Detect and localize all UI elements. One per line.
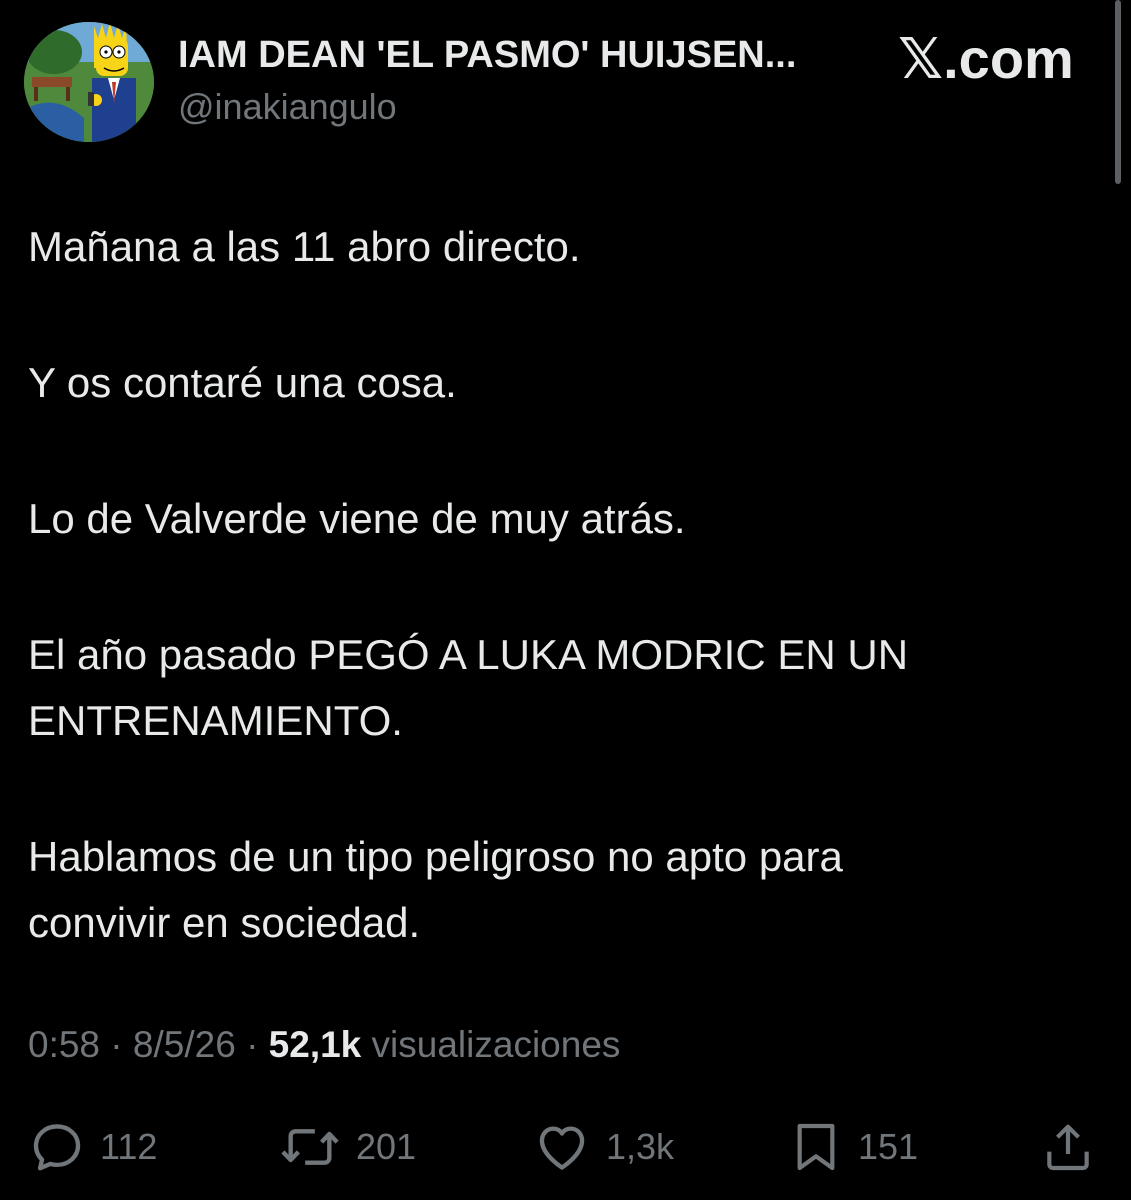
like-count: 1,3k [606,1126,675,1167]
tweet-text: Mañana a las 11 abro directo. Y os conta… [28,214,1088,1026]
reply-count: 112 [100,1126,158,1167]
author-display-name[interactable]: IAM DEAN 'EL PASMO' HUIJSEN... [178,34,796,77]
tweet-date[interactable]: 8/5/26 [133,1024,236,1065]
site-domain: .com [943,27,1074,90]
share-icon [1047,1124,1089,1171]
heart-icon [539,1126,585,1170]
views-label: visualizaciones [371,1024,621,1065]
author-handle[interactable]: @inakiangulo [178,86,397,128]
repost-icon [281,1129,339,1165]
action-bar: 112 201 1,3k 151 [0,1112,1131,1182]
reply-button[interactable]: 112 [28,1112,157,1182]
bookmark-count: 151 [858,1126,919,1167]
share-button[interactable] [1040,1112,1096,1182]
bookmark-icon [797,1123,835,1171]
tweet-paragraph: Lo de Valverde viene de muy atrás. [28,495,686,542]
meta-separator: · [110,1024,123,1065]
tweet-paragraph: El año pasado PEGÓ A LUKA MODRIC EN UN E… [28,631,909,744]
tweet-paragraph: Hablamos de un tipo peligroso no apto pa… [28,833,843,946]
tweet-paragraph: Y os contaré una cosa. [28,359,457,406]
like-button[interactable]: 1,3k [532,1112,674,1182]
repost-button[interactable]: 201 [278,1112,416,1182]
tweet-paragraph: Mañana a las 11 abro directo. [28,223,581,270]
scrollbar[interactable] [1115,0,1121,184]
tweet-time[interactable]: 0:58 [28,1024,100,1065]
x-logo-icon: 𝕏 [898,27,944,92]
tweet-meta: 0:58 · 8/5/26 · 52,1k visualizaciones [28,1024,620,1066]
tweet-header: IAM DEAN 'EL PASMO' HUIJSEN... @inakiang… [0,0,1131,184]
reply-icon [33,1124,81,1171]
avatar[interactable] [24,22,154,142]
repost-count: 201 [356,1126,417,1167]
views-count: 52,1k [268,1024,362,1065]
meta-separator: · [246,1024,259,1065]
x-com-watermark: 𝕏.com [898,26,1074,92]
bookmark-button[interactable]: 151 [788,1112,918,1182]
avatar-image [24,22,154,142]
